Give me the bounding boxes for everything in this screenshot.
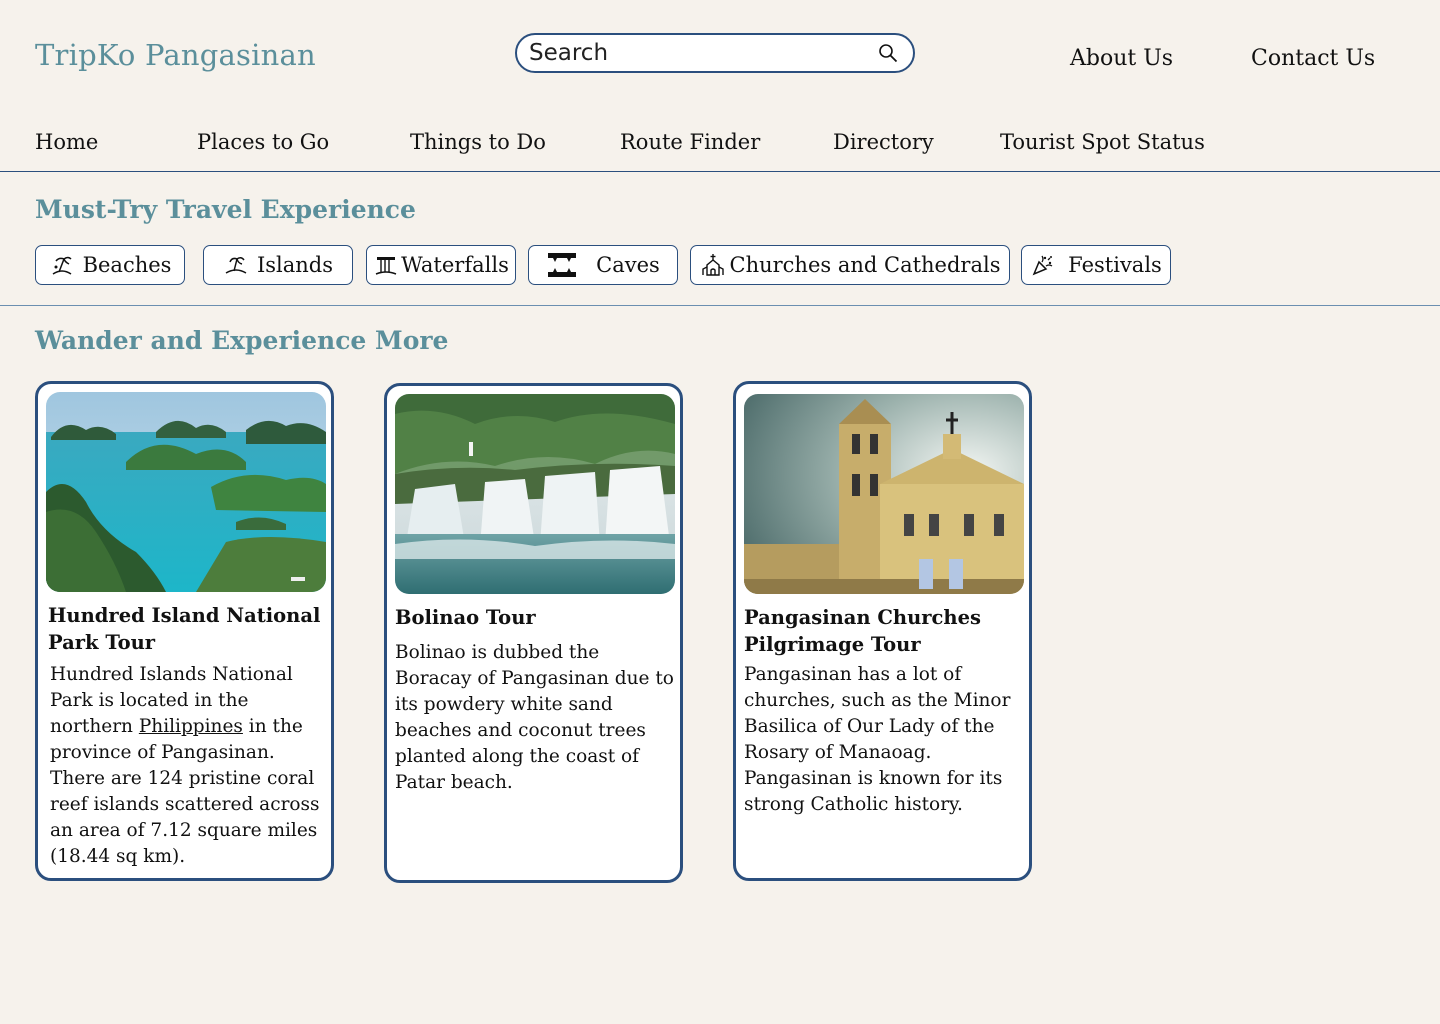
chip-festivals[interactable]: Festivals bbox=[1021, 245, 1171, 285]
nav-divider bbox=[0, 171, 1440, 172]
contact-us-link[interactable]: Contact Us bbox=[1251, 46, 1375, 71]
chip-label: Churches and Cathedrals bbox=[729, 253, 1001, 277]
nav-directory[interactable]: Directory bbox=[833, 130, 934, 154]
tour-card-bolinao[interactable]: Bolinao Tour Bolinao is dubbed the Borac… bbox=[384, 383, 683, 883]
search-input[interactable] bbox=[529, 40, 875, 66]
cave-icon bbox=[546, 252, 578, 278]
chip-label: Beaches bbox=[82, 253, 172, 277]
card-title: Hundred Island National Park Tour bbox=[48, 604, 321, 654]
chip-beaches[interactable]: Beaches bbox=[35, 245, 185, 285]
tour-card-hundred-islands[interactable]: Hundred Island National Park Tour Hundre… bbox=[35, 381, 334, 881]
nav-home[interactable]: Home bbox=[35, 130, 98, 154]
wander-title: Wander and Experience More bbox=[35, 326, 449, 355]
section-divider bbox=[0, 305, 1440, 306]
island-icon bbox=[223, 252, 249, 278]
main-nav: Home Places to Go Things to Do Route Fin… bbox=[0, 130, 1440, 156]
bolinao-waterfall-photo bbox=[395, 394, 675, 594]
tour-card-churches[interactable]: Pangasinan Churches Pilgrimage Tour Pang… bbox=[733, 381, 1032, 881]
card-title: Bolinao Tour bbox=[395, 606, 536, 629]
card-description: Pangasinan has a lot of churches, such a… bbox=[744, 664, 1011, 815]
card-title: Pangasinan Churches Pilgrimage Tour bbox=[744, 606, 981, 656]
manaoag-church-photo bbox=[744, 394, 1024, 594]
search-bar[interactable] bbox=[515, 33, 915, 73]
brand-logo[interactable]: TripKo Pangasinan bbox=[35, 38, 316, 72]
philippines-link[interactable]: Philippines bbox=[139, 716, 243, 737]
card-description: Hundred Islands National Park is located… bbox=[50, 664, 320, 867]
chip-label: Festivals bbox=[1068, 253, 1162, 277]
chip-caves[interactable]: Caves bbox=[528, 245, 678, 285]
nav-things-to-do[interactable]: Things to Do bbox=[410, 130, 546, 154]
nav-tourist-spot-status[interactable]: Tourist Spot Status bbox=[1000, 130, 1205, 154]
beach-icon bbox=[49, 252, 75, 278]
card-description: Bolinao is dubbed the Boracay of Pangasi… bbox=[395, 642, 674, 793]
chip-label: Waterfalls bbox=[401, 253, 509, 277]
chip-churches[interactable]: Churches and Cathedrals bbox=[690, 245, 1010, 285]
must-try-title: Must-Try Travel Experience bbox=[35, 195, 416, 224]
chip-label: Caves bbox=[596, 253, 660, 277]
about-us-link[interactable]: About Us bbox=[1070, 46, 1173, 71]
chip-label: Islands bbox=[256, 253, 334, 277]
nav-route-finder[interactable]: Route Finder bbox=[620, 130, 760, 154]
waterfall-icon bbox=[373, 252, 399, 278]
search-icon[interactable] bbox=[875, 40, 901, 66]
church-icon bbox=[700, 252, 726, 278]
party-popper-icon bbox=[1030, 252, 1056, 278]
hundred-islands-photo bbox=[46, 392, 326, 592]
chip-waterfalls[interactable]: Waterfalls bbox=[366, 245, 516, 285]
nav-places-to-go[interactable]: Places to Go bbox=[197, 130, 329, 154]
chip-islands[interactable]: Islands bbox=[203, 245, 353, 285]
